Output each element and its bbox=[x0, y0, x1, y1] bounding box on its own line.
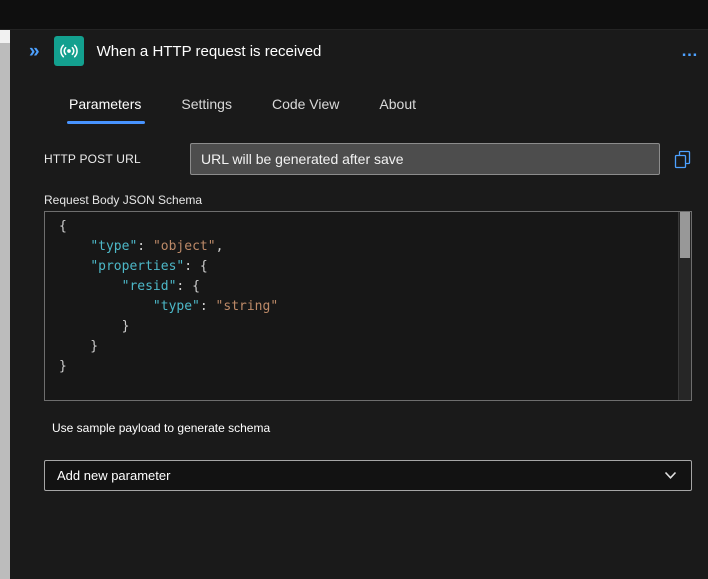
code-line: "type": "string" bbox=[152, 299, 279, 314]
chevron-down-icon bbox=[664, 471, 677, 480]
code-line: "resid": { bbox=[121, 279, 200, 294]
http-post-url-value: URL will be generated after save bbox=[201, 151, 404, 167]
tab-code-view[interactable]: Code View bbox=[271, 92, 340, 124]
panel-header: » When a HTTP request is received … bbox=[10, 33, 708, 69]
panel-title: When a HTTP request is received bbox=[96, 42, 322, 60]
tab-settings[interactable]: Settings bbox=[180, 92, 233, 124]
left-scrollbar-thumb[interactable] bbox=[0, 30, 10, 43]
code-line: "properties": { bbox=[90, 259, 208, 274]
expand-panel-icon[interactable]: » bbox=[29, 42, 40, 61]
schema-editor[interactable]: { "type": "object", "properties": { "res… bbox=[44, 211, 692, 401]
http-request-icon bbox=[53, 36, 84, 66]
copy-url-button[interactable] bbox=[672, 148, 692, 170]
tab-label: Code View bbox=[271, 96, 340, 112]
copy-icon bbox=[674, 150, 690, 168]
flow-designer-screen: » When a HTTP request is received … Para… bbox=[0, 0, 708, 579]
tab-bar: Parameters Settings Code View About bbox=[66, 92, 417, 124]
ellipsis-menu-icon[interactable]: … bbox=[681, 42, 699, 59]
tab-label: Settings bbox=[181, 96, 232, 112]
http-post-url-label: HTTP POST URL bbox=[44, 152, 141, 166]
editor-scrollbar[interactable] bbox=[678, 212, 691, 400]
left-scrollbar[interactable] bbox=[0, 30, 10, 579]
tab-parameters[interactable]: Parameters bbox=[66, 92, 146, 124]
add-parameter-label: Add new parameter bbox=[57, 468, 171, 483]
tab-label: Parameters bbox=[69, 96, 142, 112]
top-bar bbox=[0, 0, 708, 30]
http-post-url-field[interactable]: URL will be generated after save bbox=[190, 143, 660, 175]
editor-scrollbar-thumb[interactable] bbox=[680, 212, 690, 258]
code-line: { bbox=[59, 219, 67, 234]
trigger-panel: » When a HTTP request is received … Para… bbox=[10, 30, 708, 579]
code-line: } bbox=[59, 339, 99, 354]
tab-label: About bbox=[379, 96, 416, 112]
code-line: } bbox=[59, 359, 67, 374]
sample-payload-link[interactable]: Use sample payload to generate schema bbox=[52, 421, 270, 435]
tab-about[interactable]: About bbox=[378, 92, 417, 124]
schema-label: Request Body JSON Schema bbox=[44, 193, 203, 207]
http-post-url-row: HTTP POST URL URL will be generated afte… bbox=[44, 143, 692, 175]
code-line: } bbox=[59, 319, 130, 334]
schema-editor-code: { "type": "object", "properties": { "res… bbox=[45, 212, 677, 400]
code-line: "type": "object", bbox=[90, 239, 224, 254]
add-parameter-dropdown[interactable]: Add new parameter bbox=[44, 460, 692, 491]
